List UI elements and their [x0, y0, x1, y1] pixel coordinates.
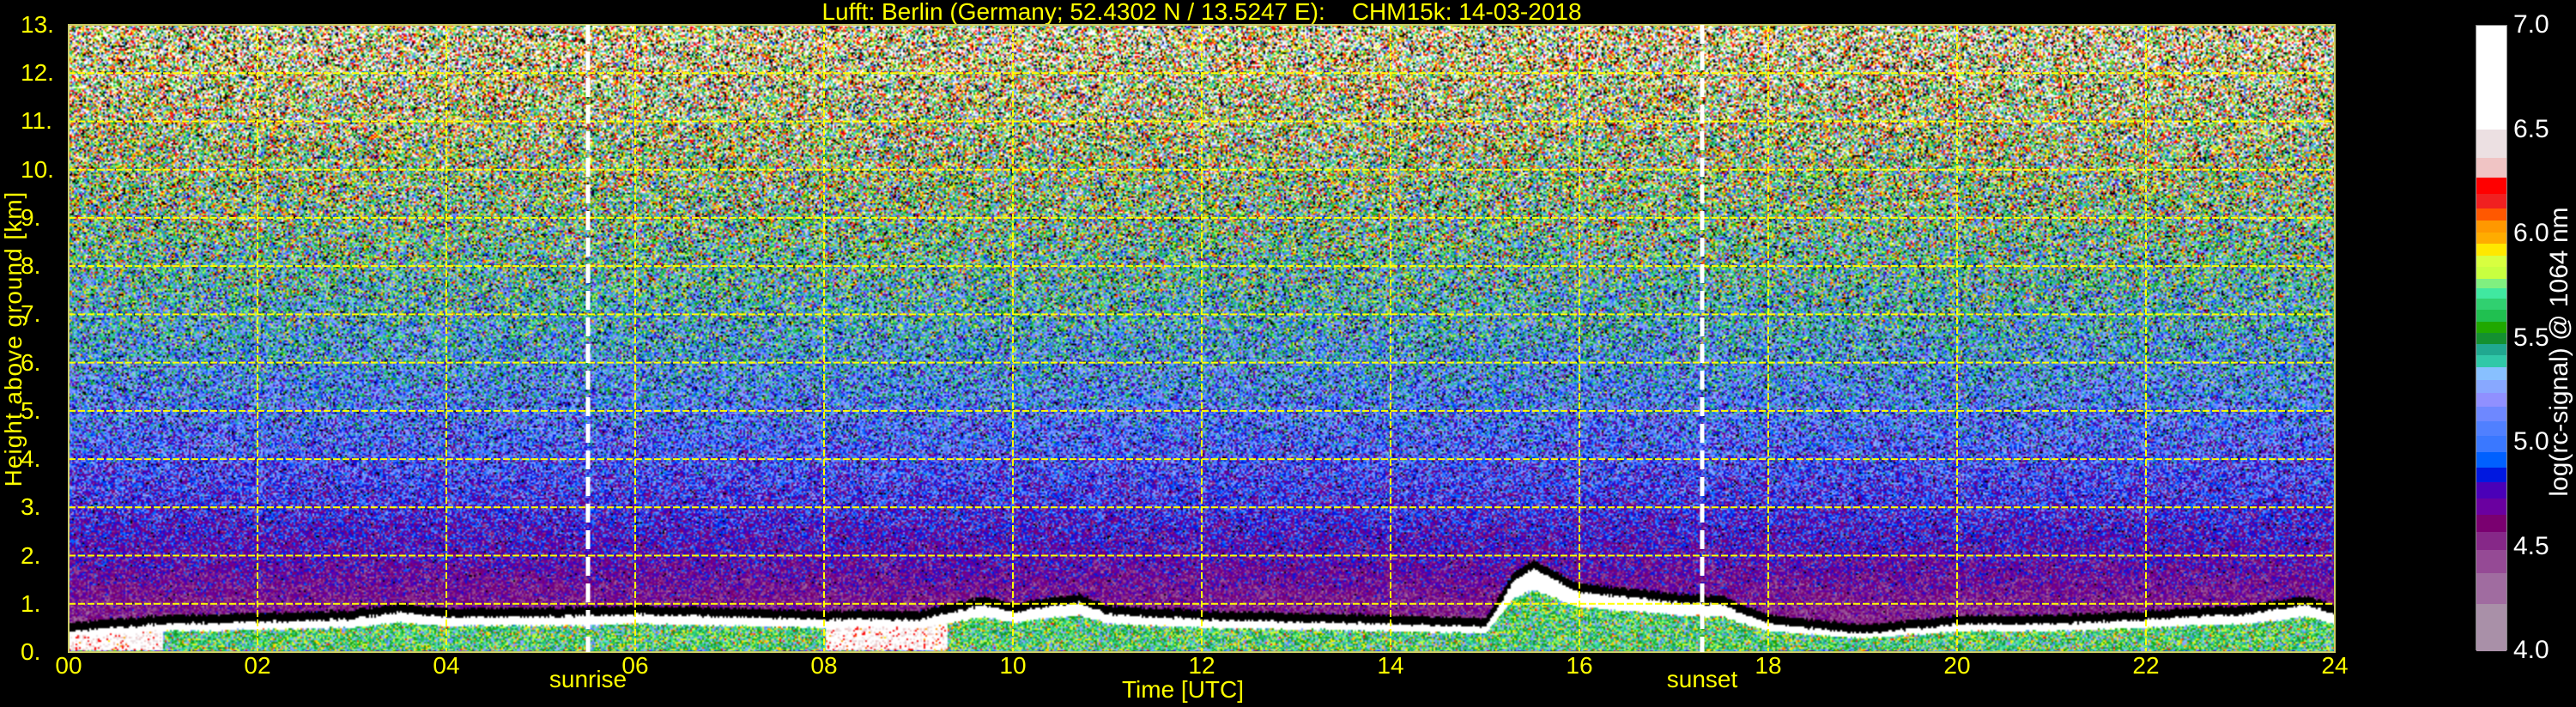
y-tick-label: 10.: [21, 155, 54, 183]
y-tick-label: 2.: [21, 541, 41, 569]
plot-area: [68, 24, 2336, 653]
colorbar-tick-label: 4.0: [2513, 636, 2549, 664]
colorbar-level: [2476, 603, 2506, 652]
colorbar-level: [2476, 406, 2506, 421]
colorbar-level: [2476, 157, 2506, 178]
colorbar-level: [2476, 467, 2506, 483]
x-tick-label: 14: [1377, 652, 1404, 679]
colorbar-level: [2476, 177, 2506, 195]
colorbar-level: [2476, 451, 2506, 468]
colorbar-level: [2476, 392, 2506, 408]
colorbar-tick-label: 6.5: [2513, 114, 2549, 143]
colorbar: [2476, 25, 2507, 652]
colorbar-tick-label: 4.5: [2513, 531, 2549, 560]
colorbar-level: [2476, 514, 2506, 533]
colorbar-level: [2476, 220, 2506, 233]
colorbar-level: [2476, 572, 2506, 605]
x-tick-label: 18: [1755, 652, 1782, 679]
x-tick-label: 24: [2321, 652, 2349, 679]
chart-title: Lufft: Berlin (Germany; 52.4302 N / 13.5…: [821, 0, 1582, 25]
colorbar-level: [2476, 498, 2506, 516]
colorbar-level: [2476, 287, 2506, 299]
colorbar-level: [2476, 379, 2506, 394]
colorbar-tick-label: 5.5: [2513, 323, 2549, 352]
colorbar-level: [2476, 420, 2506, 437]
plot-overlay: [68, 24, 2336, 653]
colorbar-level: [2476, 232, 2506, 245]
x-tick-label: 02: [244, 652, 271, 679]
x-tick-label: 10: [999, 652, 1027, 679]
colorbar-level: [2476, 435, 2506, 452]
colorbar-level: [2476, 266, 2506, 279]
colorbar-level: [2476, 321, 2506, 333]
x-tick-label: 16: [1566, 652, 1593, 679]
x-tick-label: 00: [55, 652, 82, 679]
colorbar-level: [2476, 531, 2506, 551]
colorbar-tick-label: 5.0: [2513, 427, 2549, 456]
colorbar-level: [2476, 366, 2506, 380]
colorbar-level: [2476, 129, 2506, 159]
x-tick-label: 20: [1943, 652, 1971, 679]
x-tick-label: 22: [2132, 652, 2160, 679]
sunrise-label: sunrise: [549, 666, 627, 692]
y-tick-label: 13.: [21, 11, 54, 38]
colorbar-level: [2476, 26, 2506, 130]
colorbar-level: [2476, 343, 2506, 355]
y-tick-label: 3.: [21, 493, 41, 521]
colorbar-level: [2476, 549, 2506, 573]
x-axis-label: Time [UTC]: [1121, 676, 1245, 703]
y-tick-label: 11.: [21, 107, 52, 135]
colorbar-level: [2476, 309, 2506, 322]
sunset-label: sunset: [1666, 666, 1738, 692]
y-axis-label: Height above ground [km]: [0, 190, 27, 487]
y-tick-label: 0.: [21, 638, 41, 665]
colorbar-tick-label: 7.0: [2513, 10, 2549, 39]
colorbar-level: [2476, 332, 2506, 344]
colorbar-label: log(rc-signal) @ 1064 nm: [2545, 207, 2573, 497]
colorbar-level: [2476, 298, 2506, 311]
x-tick-label: 08: [810, 652, 838, 679]
colorbar-level: [2476, 278, 2506, 289]
colorbar-level: [2476, 193, 2506, 209]
y-tick-label: 12.: [21, 59, 54, 87]
y-tick-label: 1.: [21, 589, 41, 617]
colorbar-tick-label: 6.0: [2513, 219, 2549, 247]
colorbar-level: [2476, 243, 2506, 257]
colorbar-level: [2476, 481, 2506, 499]
colorbar-level: [2476, 208, 2506, 221]
x-tick-label: 04: [433, 652, 460, 679]
colorbar-level: [2476, 255, 2506, 268]
colorbar-level: [2476, 354, 2506, 368]
